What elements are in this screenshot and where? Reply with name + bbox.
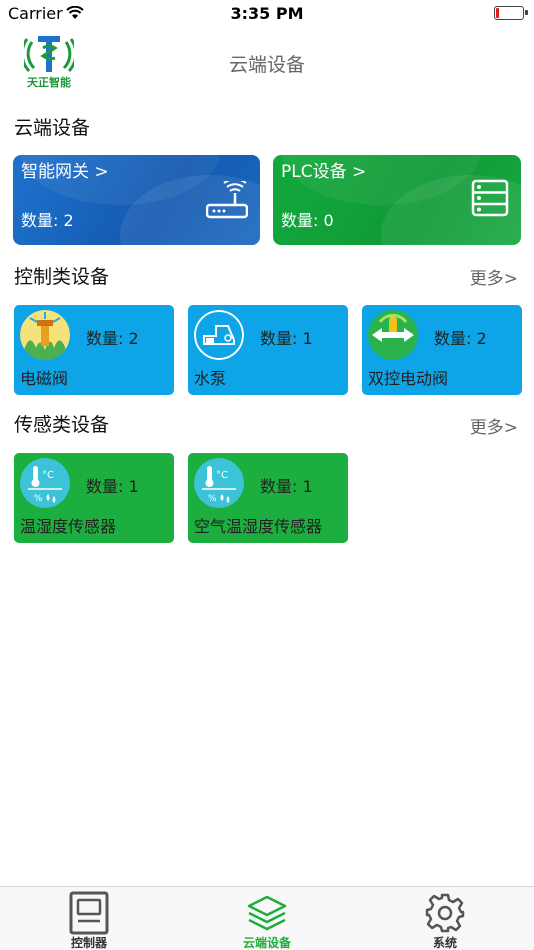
tab-cloud-devices-label: 云端设备	[242, 936, 291, 950]
water-pump-count: 数量: 1	[260, 329, 313, 348]
router-icon	[206, 181, 248, 219]
motor-valve-card[interactable]: 数量: 2 双控电动阀	[362, 305, 522, 395]
temp-humidity-sensor-card[interactable]: °C % 数量: 1 温湿度传感器	[14, 453, 174, 543]
svg-text:°C: °C	[42, 470, 54, 481]
air-temp-humidity-sensor-count: 数量: 1	[260, 477, 313, 496]
tab-controller-label: 控制器	[70, 936, 107, 950]
tab-system[interactable]: 系统	[356, 887, 534, 950]
cloud-section-title: 云端设备	[14, 117, 91, 139]
page-title: 云端设备	[228, 54, 305, 76]
plc-card[interactable]: PLC设备 > 数量: 0	[273, 155, 521, 245]
gateway-card-title: 智能网关 >	[21, 162, 109, 182]
tab-bar: 控制器 云端设备 系统	[0, 886, 534, 950]
gateway-card[interactable]: 智能网关 > 数量: 2	[13, 155, 260, 245]
tab-controller[interactable]: 控制器	[0, 887, 178, 950]
nav-bar: 天正智能 云端设备	[0, 30, 534, 92]
svg-text:%: %	[34, 494, 43, 504]
tab-cloud-devices[interactable]: 云端设备	[178, 887, 356, 950]
air-temp-humidity-sensor-name: 空气温湿度传感器	[194, 517, 323, 536]
svg-text:%: %	[208, 494, 217, 504]
battery-icon	[494, 6, 528, 20]
air-temp-humidity-icon: °C %	[194, 458, 244, 508]
battery-level	[496, 8, 499, 18]
plc-card-count: 数量: 0	[281, 211, 334, 230]
temp-humidity-icon: °C %	[20, 458, 70, 508]
gateway-card-count: 数量: 2	[21, 211, 74, 230]
server-icon	[471, 179, 509, 217]
sensor-section-title: 传感类设备	[14, 414, 110, 436]
air-temp-humidity-sensor-card[interactable]: °C % 数量: 1 空气温湿度传感器	[188, 453, 348, 543]
plc-card-title: PLC设备 >	[281, 162, 367, 182]
controller-icon	[69, 891, 109, 935]
control-more-link[interactable]: 更多>	[470, 264, 518, 289]
temp-humidity-sensor-count: 数量: 1	[86, 477, 139, 496]
status-time: 3:35 PM	[230, 4, 304, 23]
solenoid-valve-count: 数量: 2	[86, 329, 139, 348]
control-section-title: 控制类设备	[14, 266, 110, 288]
solenoid-valve-name: 电磁阀	[20, 369, 69, 388]
solenoid-valve-card[interactable]: 数量: 2 电磁阀	[14, 305, 174, 395]
tab-system-label: 系统	[432, 936, 457, 950]
motor-valve-name: 双控电动阀	[368, 369, 449, 388]
svg-text:°C: °C	[216, 470, 228, 481]
sprinkler-icon	[20, 310, 70, 360]
layers-icon	[247, 895, 287, 931]
gear-icon	[425, 893, 465, 933]
water-pump-card[interactable]: 数量: 1 水泵	[188, 305, 348, 395]
water-pump-name: 水泵	[194, 369, 227, 388]
sensor-more-link[interactable]: 更多>	[470, 413, 518, 438]
water-pump-icon	[194, 310, 244, 360]
motor-valve-icon	[368, 310, 418, 360]
temp-humidity-sensor-name: 温湿度传感器	[20, 517, 117, 536]
motor-valve-count: 数量: 2	[434, 329, 487, 348]
status-bar: Carrier 3:35 PM	[0, 0, 534, 28]
